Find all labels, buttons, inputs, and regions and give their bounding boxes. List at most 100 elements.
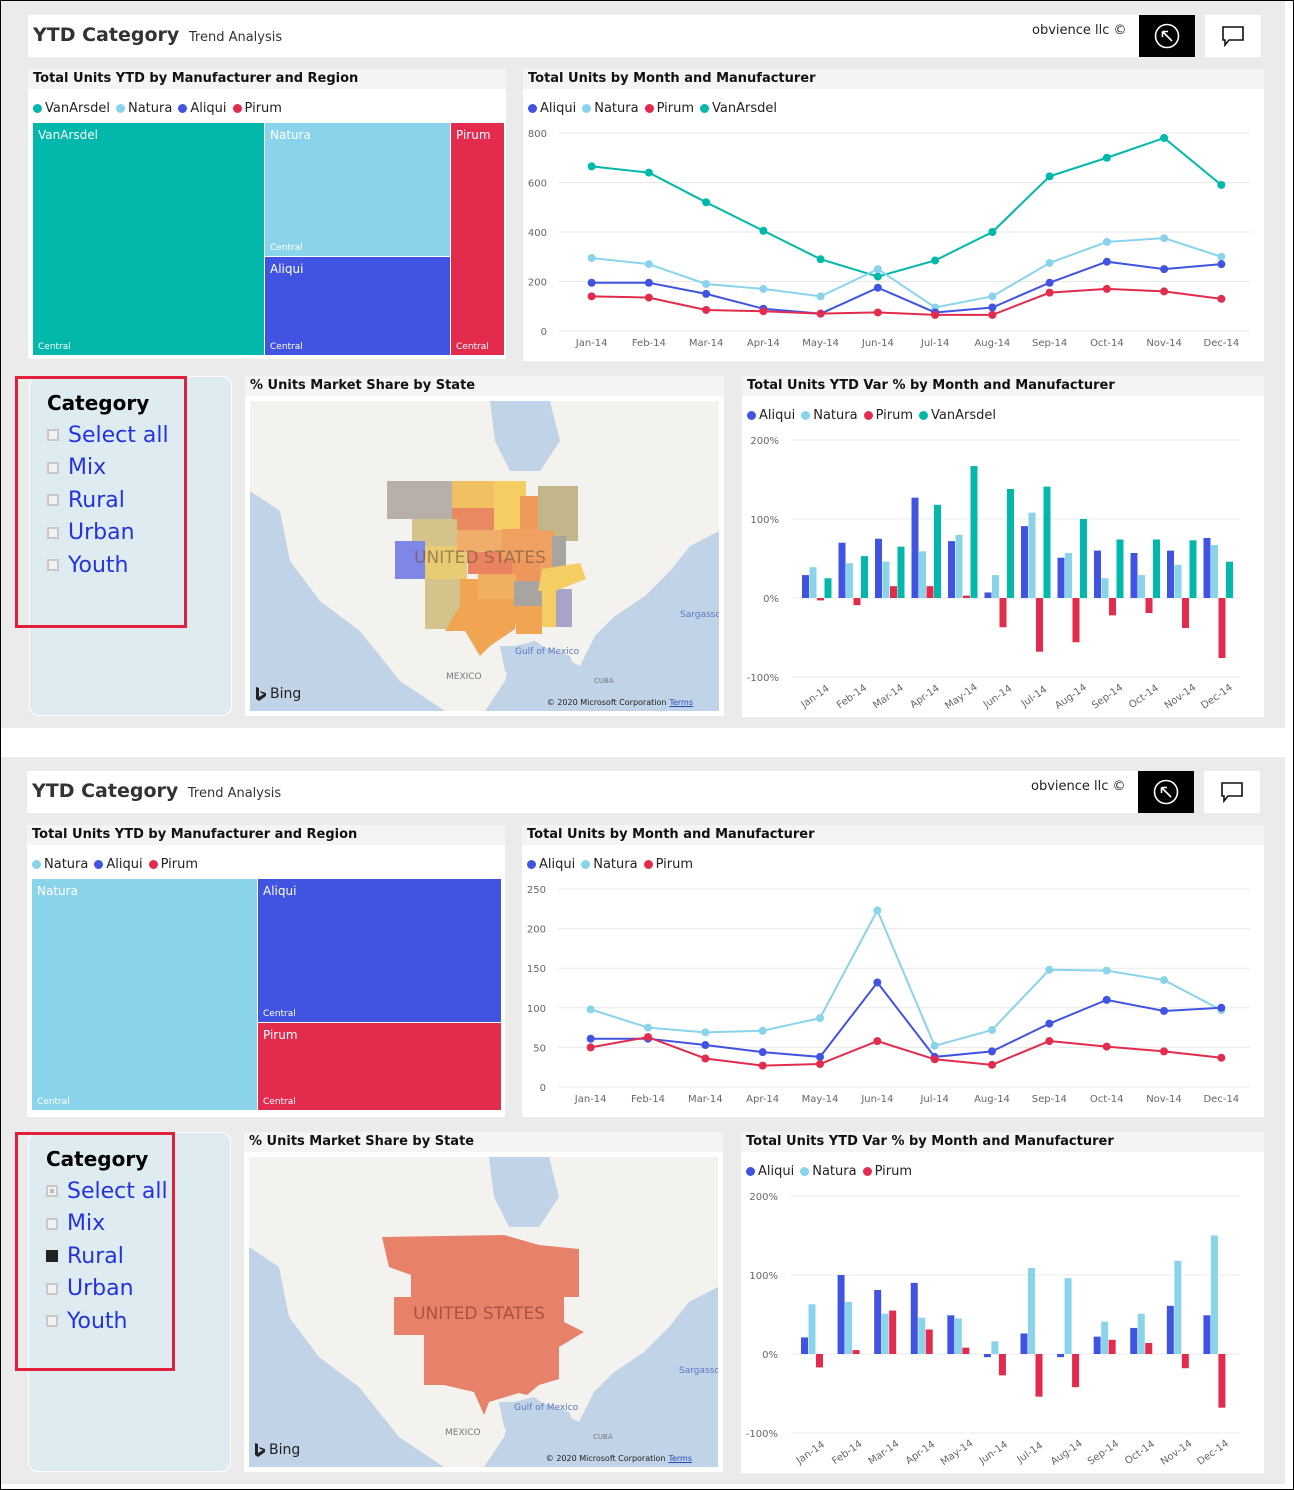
slicer-item-urban[interactable]: Urban <box>47 517 169 550</box>
back-button[interactable] <box>1139 15 1195 57</box>
x-tick-label: Apr-14 <box>747 338 780 349</box>
report-panel-all-categories: YTD Category Trend Analysis obvience llc… <box>1 1 1285 728</box>
bar-aliqui <box>1203 1315 1211 1354</box>
slicer-item-urban[interactable]: Urban <box>46 1273 168 1306</box>
bing-logo: Bing <box>254 1442 300 1458</box>
data-point-vanarsdel <box>587 162 596 171</box>
treemap-tile-aliqui[interactable]: Aliqui Central <box>265 257 450 355</box>
data-point-pirum <box>759 307 768 316</box>
back-button[interactable] <box>1138 771 1194 813</box>
map-label-gulf: Gulf of Mexico <box>515 647 580 657</box>
data-point-natura <box>1160 976 1168 985</box>
tile-label: Pirum <box>456 128 491 142</box>
x-tick-label: Nov-14 <box>1163 682 1198 711</box>
legend-item-aliqui[interactable]: Aliqui <box>94 857 143 872</box>
report-title: YTD Category Trend Analysis <box>33 24 282 46</box>
bar-pirum <box>998 1354 1006 1376</box>
bar-pirum <box>1218 598 1226 659</box>
checkbox-icon[interactable] <box>47 494 59 507</box>
comment-button[interactable] <box>1204 771 1260 813</box>
x-tick-label: Apr-14 <box>904 1439 937 1467</box>
x-tick-label: Aug-14 <box>1049 1438 1085 1468</box>
checkbox-icon[interactable] <box>46 1282 58 1295</box>
map[interactable]: UNITED STATES Sargasso Gulf of Mexico ME… <box>249 1157 718 1467</box>
y-tick-label: 200% <box>750 436 779 447</box>
data-point-natura <box>1102 966 1111 975</box>
treemap-tile-pirum[interactable]: Pirum Central <box>451 123 504 355</box>
checkbox-icon[interactable] <box>47 429 59 442</box>
brand-label: obvience llc © <box>1031 779 1126 794</box>
y-tick-label: -100% <box>746 1429 778 1440</box>
y-tick-label: 600 <box>528 179 547 190</box>
slicer-item-youth[interactable]: Youth <box>47 549 169 582</box>
data-point-natura <box>759 284 768 293</box>
terms-link[interactable]: Terms <box>668 1454 692 1463</box>
legend-dot-icon <box>115 104 125 113</box>
checkbox-icon[interactable] <box>47 461 59 474</box>
map-copyright: © 2020 Microsoft Corporation Terms <box>547 698 693 707</box>
state-alabama <box>556 589 572 627</box>
legend-item-natura[interactable]: Natura <box>32 857 88 872</box>
y-tick-label: 0% <box>763 594 779 605</box>
checkbox-icon[interactable] <box>47 559 59 572</box>
data-point-aliqui <box>1217 260 1226 269</box>
legend-item-aliqui[interactable]: Aliqui <box>178 101 227 116</box>
x-tick-label: Feb-14 <box>830 1439 864 1468</box>
series-line-natura <box>590 908 1222 1048</box>
data-point-natura <box>873 265 882 274</box>
treemap-tile-vanarsdel[interactable]: VanArsdel Central <box>33 123 264 355</box>
data-point-pirum <box>1160 1047 1168 1056</box>
treemap-tile-aliqui[interactable]: Aliqui Central <box>258 879 501 1022</box>
treemap-tile-natura[interactable]: Natura Central <box>265 123 450 256</box>
terms-link[interactable]: Terms <box>669 698 693 707</box>
bar-natura <box>1174 1260 1182 1354</box>
map-label-sargasso: Sargasso <box>679 1366 718 1376</box>
tile-region: Central <box>270 342 303 352</box>
legend-label: Natura <box>127 101 173 116</box>
data-point-pirum <box>701 1054 710 1063</box>
bar-pirum <box>816 1354 823 1368</box>
checkbox-icon[interactable] <box>47 526 59 539</box>
legend-item-natura[interactable]: Natura <box>115 101 173 116</box>
slicer-item-mix[interactable]: Mix <box>46 1208 168 1241</box>
tile-label: Aliqui <box>270 262 304 276</box>
slicer-item-mix[interactable]: Mix <box>47 452 169 485</box>
checkbox-icon[interactable] <box>46 1217 58 1230</box>
treemap-tile-natura[interactable]: Natura Central <box>32 879 257 1110</box>
bar-natura <box>1101 1321 1109 1354</box>
map[interactable]: UNITED STATES Sargasso Gulf of Mexico ME… <box>250 401 719 711</box>
x-tick-label: May-14 <box>939 1438 975 1468</box>
data-point-natura <box>873 906 882 915</box>
legend-item-vanarsdel[interactable]: VanArsdel <box>33 101 110 116</box>
state-oklahoma <box>478 574 516 599</box>
bar-chart-visual: Total Units YTD Var % by Month and Manuf… <box>742 376 1264 717</box>
legend-item-pirum[interactable]: Pirum <box>148 857 198 872</box>
bar-aliqui <box>802 575 809 598</box>
legend-dot-icon <box>178 104 188 113</box>
slicer-item-rural[interactable]: Rural <box>46 1240 168 1273</box>
x-tick-label: Nov-14 <box>1146 338 1182 349</box>
legend-item-pirum[interactable]: Pirum <box>232 101 282 116</box>
slicer-item-youth[interactable]: Youth <box>46 1305 168 1338</box>
x-tick-label: Feb-14 <box>632 338 666 349</box>
y-tick-label: 0% <box>762 1350 778 1361</box>
slicer-item-select-all[interactable]: Select all <box>46 1175 168 1208</box>
comment-button[interactable] <box>1205 15 1261 57</box>
slicer-item-select-all[interactable]: Select all <box>47 419 169 452</box>
bing-icon <box>255 1443 265 1457</box>
checkbox-icon[interactable] <box>46 1250 58 1263</box>
bar-aliqui <box>875 538 882 598</box>
map-label-cuba: CUBA <box>594 677 614 685</box>
header-divider <box>1195 15 1205 57</box>
slicer-item-rural[interactable]: Rural <box>47 484 169 517</box>
checkbox-icon[interactable] <box>46 1185 58 1198</box>
state-mississippi <box>542 589 556 627</box>
checkbox-icon[interactable] <box>46 1315 58 1328</box>
data-point-pirum <box>1045 288 1054 297</box>
series-line-aliqui <box>590 980 1222 1058</box>
legend-dot-icon <box>94 860 104 869</box>
treemap-tile-pirum[interactable]: Pirum Central <box>258 1023 501 1110</box>
bar-natura <box>845 1301 853 1354</box>
tile-label: Natura <box>37 884 78 898</box>
bar-aliqui <box>1057 1354 1065 1358</box>
